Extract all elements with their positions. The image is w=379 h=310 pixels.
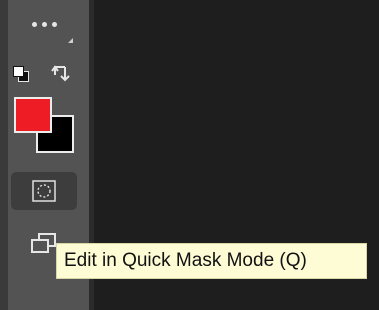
more-tools-button[interactable] [28,14,73,43]
default-colors-icon[interactable] [13,66,29,82]
default-foreground-swatch [13,66,24,77]
ellipsis-icon [32,22,37,27]
quick-mask-button[interactable] [11,172,77,210]
foreground-color-swatch[interactable] [14,97,52,133]
flyout-corner-icon [68,38,73,43]
color-swatches [14,97,76,157]
ellipsis-icon [42,22,47,27]
quick-mask-icon [32,180,56,202]
ellipsis-icon [52,22,57,27]
panel-drag-strip[interactable] [0,0,8,310]
swap-colors-icon[interactable] [50,62,72,84]
tooltip: Edit in Quick Mask Mode (Q) [56,243,367,279]
